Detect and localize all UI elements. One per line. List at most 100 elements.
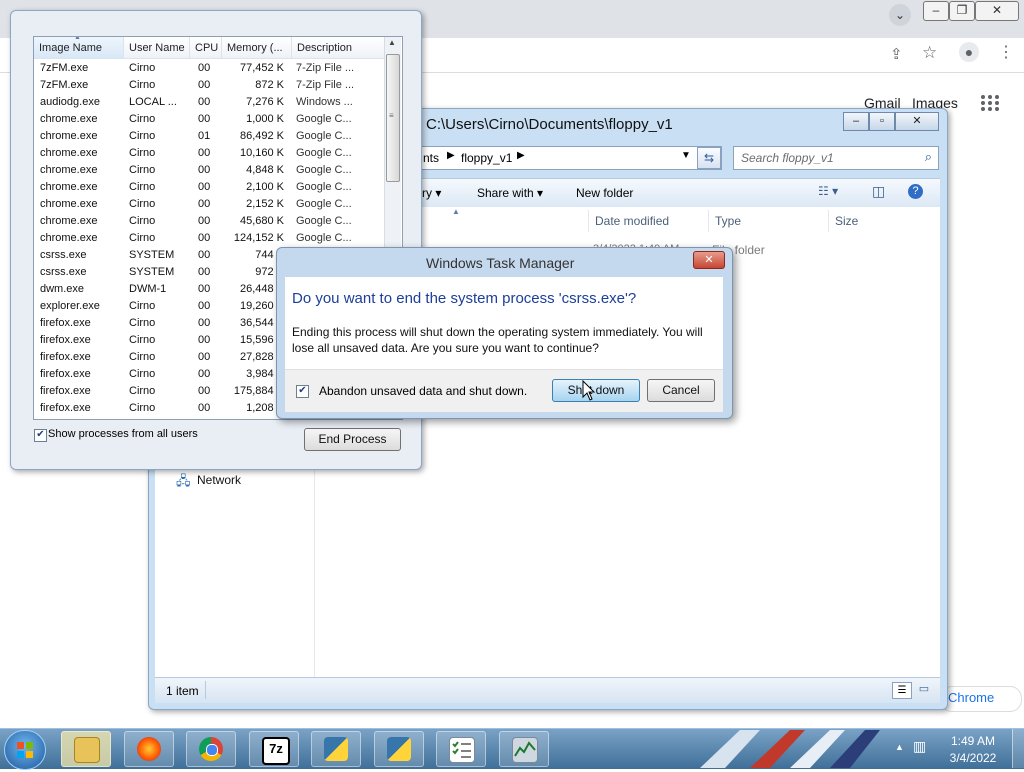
process-row[interactable]: 7zFM.exe Cirno 00 77,452 K 7-Zip File ... — [34, 60, 386, 77]
explorer-maximize-button[interactable]: ▫ — [869, 112, 895, 131]
process-memory: 7,276 K — [246, 96, 284, 108]
show-all-label: Show processes from all users — [48, 428, 198, 440]
kebab-menu-icon[interactable]: ⋮ — [998, 42, 1014, 62]
start-button[interactable] — [4, 730, 46, 770]
search-icon[interactable]: ⌕ — [925, 149, 932, 165]
taskbar-firefox[interactable] — [124, 731, 174, 767]
scroll-up-icon[interactable]: ▲ — [388, 38, 396, 47]
process-memory: 2,100 K — [246, 181, 284, 193]
show-desktop-button[interactable] — [1012, 729, 1024, 768]
preview-pane-icon[interactable]: ◫ — [872, 183, 885, 200]
process-memory: 10,160 K — [239, 147, 284, 159]
taskbar-7zip[interactable]: 7z — [249, 731, 299, 767]
process-row[interactable]: chrome.exe Cirno 00 2,152 K Google C... — [34, 196, 386, 213]
process-memory: 27,828 K — [239, 351, 284, 363]
process-description: Google C... — [296, 113, 352, 125]
process-image-name: firefox.exe — [40, 351, 91, 363]
process-user-name: Cirno — [129, 215, 156, 227]
process-cpu: 00 — [198, 164, 211, 176]
process-row[interactable]: chrome.exe Cirno 00 1,000 K Google C... — [34, 111, 386, 128]
process-row[interactable]: chrome.exe Cirno 01 86,492 K Google C... — [34, 128, 386, 145]
process-user-name: Cirno — [129, 334, 156, 346]
cancel-button[interactable]: Cancel — [647, 379, 715, 402]
process-image-name: chrome.exe — [40, 215, 98, 227]
address-bar[interactable]: nts ▶ floppy_v1 ▶ ▼ — [420, 146, 722, 170]
breadcrumb-arrow-icon[interactable]: ▶ — [517, 150, 525, 161]
help-icon[interactable]: ? — [908, 184, 923, 199]
process-image-name: chrome.exe — [40, 198, 98, 210]
taskbar-python-installer-1[interactable] — [311, 731, 361, 767]
abandon-data-label: Abandon unsaved data and shut down. — [319, 384, 528, 398]
large-icons-view-icon[interactable]: ▭ — [915, 682, 933, 697]
shut-down-button[interactable]: Shut down — [552, 379, 640, 402]
process-row[interactable]: chrome.exe Cirno 00 10,160 K Google C... — [34, 145, 386, 162]
process-description: Google C... — [296, 232, 352, 244]
chevron-down-icon[interactable]: ⌄ — [889, 4, 911, 26]
process-row[interactable]: 7zFM.exe Cirno 00 872 K 7-Zip File ... — [34, 77, 386, 94]
column-size-label: Size — [835, 214, 859, 228]
close-button[interactable]: ✕ — [975, 1, 1019, 21]
python-installer-icon — [324, 737, 348, 761]
end-process-button[interactable]: End Process — [304, 428, 401, 451]
taskbar-python-installer-2[interactable] — [374, 731, 424, 767]
restore-button[interactable]: ❐ — [949, 1, 975, 21]
sort-ascending-icon: ▲ — [74, 36, 81, 41]
star-icon[interactable]: ☆ — [922, 43, 937, 63]
taskbar-explorer[interactable] — [61, 731, 111, 767]
breadcrumb-floppy[interactable]: floppy_v1 — [461, 151, 512, 165]
explorer-close-button[interactable]: ✕ — [895, 112, 939, 131]
nav-network-label: Network — [197, 473, 242, 487]
search-box[interactable]: Search floppy_v1 ⌕ — [733, 146, 939, 170]
process-description: Windows ... — [296, 96, 353, 108]
process-row[interactable]: chrome.exe Cirno 00 45,680 K Google C... — [34, 213, 386, 230]
7zip-icon: 7z — [262, 737, 290, 765]
process-row[interactable]: chrome.exe Cirno 00 2,100 K Google C... — [34, 179, 386, 196]
process-image-name: firefox.exe — [40, 334, 91, 346]
explorer-minimize-button[interactable]: – — [843, 112, 869, 131]
chrome-customize-pill[interactable]: Chrome — [940, 686, 1022, 712]
address-dropdown-icon[interactable]: ▼ — [681, 150, 691, 161]
column-memory[interactable]: Memory (... — [222, 37, 292, 59]
taskbar-chrome[interactable] — [186, 731, 236, 767]
clock-date[interactable]: 3/4/2022 — [940, 751, 1006, 765]
column-date-modified[interactable]: Date modified — [588, 210, 709, 232]
dialog-close-button[interactable]: ✕ — [693, 251, 725, 269]
chevron-down-icon: ▾ — [435, 186, 442, 200]
minimize-button[interactable]: – — [923, 1, 949, 21]
share-icon[interactable]: ⇪ — [890, 45, 903, 63]
share-with-menu[interactable]: Share with ▾ — [477, 186, 543, 200]
column-user-name[interactable]: User Name — [124, 37, 190, 59]
process-image-name: chrome.exe — [40, 232, 98, 244]
show-hidden-icons-icon[interactable]: ▲ — [895, 742, 904, 752]
abandon-data-checkbox[interactable]: ✔ — [296, 385, 309, 398]
taskbar-task-list[interactable] — [436, 731, 486, 767]
organize-menu[interactable]: ry ▾ — [422, 186, 441, 200]
column-size[interactable]: Size — [828, 210, 909, 232]
process-cpu: 00 — [198, 232, 211, 244]
network-tray-icon[interactable]: ▥ — [913, 738, 926, 755]
apps-grid-icon[interactable] — [980, 94, 1000, 112]
process-description: Google C... — [296, 164, 352, 176]
process-row[interactable]: audiodg.exe LOCAL ... 00 7,276 K Windows ... — [34, 94, 386, 111]
taskbar-task-manager[interactable] — [499, 731, 549, 767]
process-memory: 3,984 K — [246, 368, 284, 380]
process-cpu: 00 — [198, 317, 211, 329]
process-row[interactable]: chrome.exe Cirno 00 4,848 K Google C... — [34, 162, 386, 179]
scrollbar-thumb[interactable]: ≡ — [386, 54, 400, 182]
view-options-icon[interactable]: ☷ ▾ — [818, 184, 838, 198]
process-image-name: chrome.exe — [40, 113, 98, 125]
process-row[interactable]: chrome.exe Cirno 00 124,152 K Google C... — [34, 230, 386, 247]
column-description[interactable]: Description — [292, 37, 386, 59]
new-folder-button[interactable]: New folder — [576, 186, 633, 200]
breadcrumb-documents[interactable]: nts — [423, 151, 439, 165]
process-cpu: 00 — [198, 334, 211, 346]
details-view-icon[interactable]: ☰ — [892, 682, 912, 699]
show-all-checkbox[interactable]: ✔ — [34, 429, 47, 442]
clock-time[interactable]: 1:49 AM — [940, 734, 1006, 748]
refresh-icon[interactable]: ⇆ — [697, 147, 721, 169]
process-description: 7-Zip File ... — [296, 62, 355, 74]
python-installer-icon — [387, 737, 411, 761]
profile-icon[interactable]: ● — [959, 42, 979, 62]
column-type[interactable]: Type — [708, 210, 829, 232]
column-cpu[interactable]: CPU — [190, 37, 222, 59]
